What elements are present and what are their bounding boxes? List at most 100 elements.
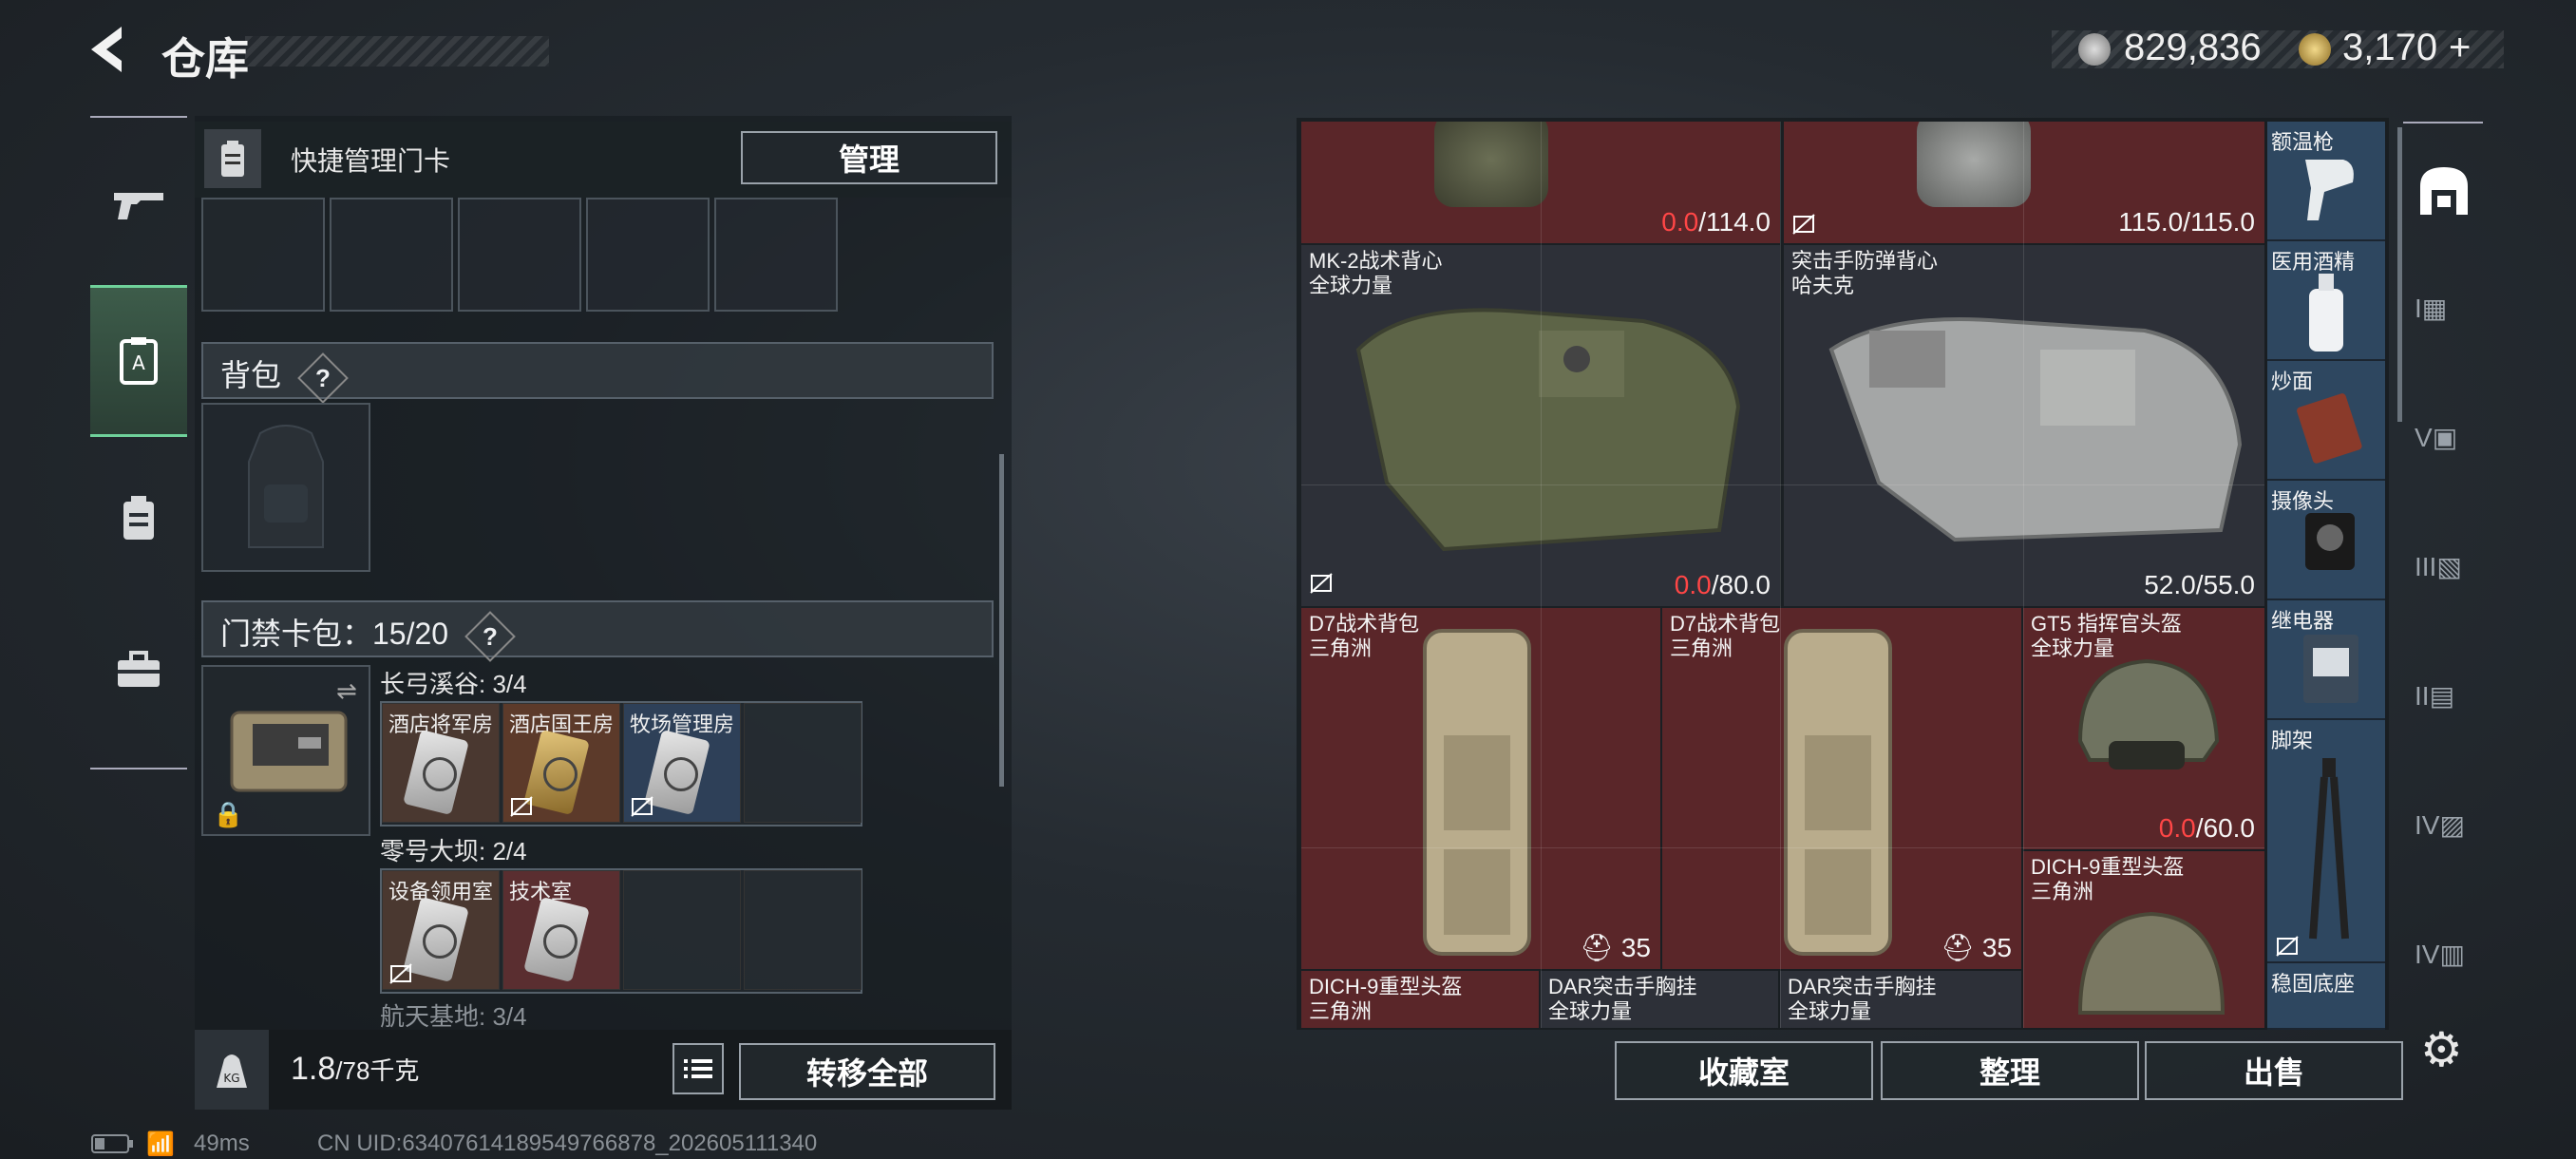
stash-item[interactable]: DAR突击手胸挂 全球力量 xyxy=(1541,971,1778,1028)
keycard-item[interactable]: 牧场管理房 xyxy=(623,703,741,823)
uid-readout: CN UID:634076141895497668​78_20260511134… xyxy=(317,1130,818,1156)
thermometer-gun-image xyxy=(2305,160,2354,220)
backpack-label: 背包 xyxy=(220,358,282,392)
stash-item-vest[interactable]: 突击手防弹背心 哈夫克 52.0/55.0 xyxy=(1784,245,2264,606)
safebox-slot[interactable] xyxy=(201,198,325,312)
lock-icon: 🔒 xyxy=(213,800,244,828)
stash-item-small[interactable]: 稳固底座 xyxy=(2267,963,2385,1030)
stash-item[interactable]: DICH-9重型头盔 三角洲 xyxy=(1301,971,1539,1028)
keycard-item[interactable]: 酒店将军房 xyxy=(382,703,500,823)
vest-image xyxy=(1828,317,2243,542)
sell-button[interactable]: 出售 xyxy=(2145,1041,2403,1100)
weight-icon: KG xyxy=(195,1030,269,1110)
stash-item-small[interactable]: 脚架 xyxy=(2267,720,2385,963)
tab-backpack[interactable] xyxy=(90,446,187,589)
vest-image xyxy=(1355,308,1741,552)
wifi-icon: 📶 xyxy=(146,1131,175,1157)
gold-coin-icon xyxy=(2299,33,2331,66)
keycard-empty-slot[interactable] xyxy=(623,870,741,990)
page-title: 仓库 xyxy=(161,34,249,84)
add-currency-button[interactable]: + xyxy=(2449,27,2471,69)
helmet-image xyxy=(2077,658,2220,770)
stash-item-small[interactable]: 额温枪 xyxy=(2267,122,2385,241)
stash-item-small[interactable]: 摄像头 xyxy=(2267,481,2385,600)
stash-tab-3[interactable]: III▧ xyxy=(2415,551,2473,608)
stash-item[interactable]: DAR突击手胸挂 全球力量 xyxy=(1780,971,2021,1028)
no-trade-icon xyxy=(510,796,533,817)
keycard-bag-slot[interactable]: ⇌ 🔒 xyxy=(201,665,370,836)
keycard-bag-section-header: 门禁卡包：15/20 ? xyxy=(201,600,994,662)
stash-item-helmet[interactable]: DICH-9重型头盔 三角洲 xyxy=(2023,851,2264,1028)
backpack-silhouette-icon xyxy=(248,425,324,548)
list-icon xyxy=(684,1059,712,1078)
stash-item-backpack[interactable]: D7战术背包 三角洲 ⛑ 35 xyxy=(1301,608,1660,969)
stash-tab-1[interactable]: I▦ xyxy=(2415,293,2473,350)
transfer-all-button[interactable]: 转移全部 xyxy=(739,1043,995,1100)
list-view-button[interactable] xyxy=(672,1043,724,1094)
alcohol-bottle-image xyxy=(2309,274,2343,352)
sort-button[interactable]: 整理 xyxy=(1881,1041,2139,1100)
backpack-slot[interactable] xyxy=(201,403,370,572)
stash-tab-5[interactable]: IV▨ xyxy=(2415,809,2473,866)
toolbox-icon xyxy=(118,651,160,687)
keycard-bag-help-button[interactable]: ? xyxy=(464,610,516,662)
safebox-slot[interactable] xyxy=(330,198,453,312)
relay-image xyxy=(2303,635,2358,703)
back-arrow-icon[interactable] xyxy=(84,21,141,78)
backpack-image xyxy=(1423,629,1531,956)
stash-scrollbar[interactable] xyxy=(2397,127,2402,422)
silver-coin-icon xyxy=(2078,33,2111,66)
stash-tab-2[interactable]: V▣ xyxy=(2415,422,2473,479)
keycard-item[interactable]: 设备领用室 xyxy=(382,870,500,990)
keycard-group-title: 长弓溪谷: 3/4 xyxy=(380,670,527,698)
stash-item-backpack[interactable]: D7战术背包 三角洲 ⛑ 35 xyxy=(1662,608,2021,969)
stash-item-helmet[interactable]: GT5 指挥官头盔 全球力量 0.0/60.0 xyxy=(2023,608,2264,849)
backpack-section-header: 背包 ? xyxy=(201,342,994,404)
keycard-item[interactable]: 酒店国王房 xyxy=(502,703,620,823)
gun-icon xyxy=(114,193,163,219)
backpack-image xyxy=(1784,629,1892,956)
weight-readout: 1.8/78千克 xyxy=(291,1051,420,1087)
keycard-item[interactable]: 技术室 xyxy=(502,870,620,990)
no-trade-icon xyxy=(389,963,412,984)
rail-divider xyxy=(2403,122,2483,124)
stash-tab-4[interactable]: II▤ xyxy=(2415,680,2473,737)
no-trade-icon xyxy=(631,796,653,817)
keycard-empty-slot[interactable] xyxy=(744,870,862,990)
keycard-empty-slot[interactable] xyxy=(744,703,862,823)
backpack-help-button[interactable]: ? xyxy=(297,352,349,404)
stash-item[interactable]: 115.0/115.0 xyxy=(1784,122,2264,243)
tab-weapons[interactable] xyxy=(90,133,187,276)
swap-icon[interactable]: ⇌ xyxy=(336,676,357,706)
ping-readout: 49ms xyxy=(194,1130,250,1156)
stash-tab-6[interactable]: IV▥ xyxy=(2415,939,2473,996)
camera-image xyxy=(2305,513,2355,570)
manage-button[interactable]: 管理 xyxy=(741,131,997,184)
keycard-group-title: 航天基地: 3/4 xyxy=(380,1002,527,1031)
stash-home-icon[interactable] xyxy=(2415,162,2473,218)
gold-amount: 3,170 xyxy=(2342,27,2438,68)
svg-text:KG: KG xyxy=(223,1072,239,1085)
capacity-readout: ⛑ 35 xyxy=(1580,933,1651,962)
safebox-slot[interactable] xyxy=(714,198,838,312)
left-scrollbar[interactable] xyxy=(999,454,1004,787)
svg-text:A: A xyxy=(132,352,145,374)
backpack-icon xyxy=(123,496,154,540)
stash-item-small[interactable]: 继电器 xyxy=(2267,600,2385,720)
capacity-readout: ⛑ 35 xyxy=(1941,933,2012,962)
quick-manage-label: 快捷管理门卡 xyxy=(291,146,451,176)
no-trade-icon xyxy=(2276,936,2299,957)
safebox-icon: A xyxy=(120,337,158,385)
tab-safebox[interactable]: A xyxy=(90,285,187,437)
collection-room-button[interactable]: 收藏室 xyxy=(1615,1041,1873,1100)
stash-item-small[interactable]: 炒面 xyxy=(2267,361,2385,481)
settings-gear-icon[interactable]: ⚙ xyxy=(2420,1022,2463,1077)
tab-toolbox[interactable] xyxy=(90,598,187,741)
keycard-group-title: 零号大坝: 2/4 xyxy=(380,837,527,865)
stash-item-small[interactable]: 医用酒精 xyxy=(2267,241,2385,361)
keycard-bag-label: 门禁卡包：15/20 xyxy=(220,617,449,651)
no-trade-icon xyxy=(1792,214,1815,235)
safebox-slot[interactable] xyxy=(586,198,710,312)
battery-icon xyxy=(91,1134,133,1153)
safebox-slot[interactable] xyxy=(458,198,581,312)
